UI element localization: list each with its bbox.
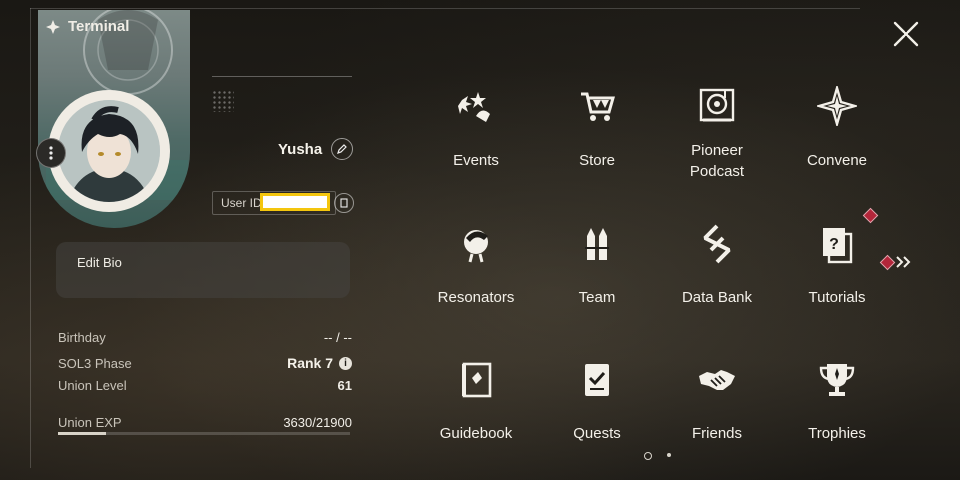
menu-events[interactable]: Events xyxy=(416,74,536,184)
info-icon[interactable]: i xyxy=(339,356,352,370)
menu-friends-label: Friends xyxy=(691,425,743,442)
menu-data-bank-label: Data Bank xyxy=(681,289,753,306)
menu-tutorials[interactable]: ? Tutorials xyxy=(777,207,897,322)
more-vertical-icon xyxy=(49,146,53,160)
handshake-icon xyxy=(699,370,735,390)
birthday-value: -- / -- xyxy=(323,330,352,345)
pencil-icon xyxy=(337,144,347,154)
avatar-portrait xyxy=(58,100,160,202)
menu-quests[interactable]: Quests xyxy=(537,348,657,458)
user-id-label: User ID xyxy=(221,196,262,210)
convene-icon xyxy=(817,86,857,126)
podcast-label-line2: Podcast xyxy=(689,163,745,180)
podcast-icon xyxy=(699,88,735,122)
username: Yusha xyxy=(278,141,323,158)
menu-team[interactable]: Team xyxy=(537,212,657,322)
menu-trophies-label: Trophies xyxy=(808,425,866,442)
left-frame-line xyxy=(30,8,31,468)
union-exp-bar-fill xyxy=(58,432,107,435)
union-exp-bar xyxy=(58,432,350,435)
menu-convene[interactable]: Convene xyxy=(777,74,897,184)
podcast-label-line1: Pioneer xyxy=(691,142,743,159)
menu-resonators[interactable]: Resonators xyxy=(416,212,536,322)
tutorials-icon: ? xyxy=(823,228,853,264)
trophy-icon xyxy=(819,364,855,396)
next-page-alert-icon xyxy=(879,254,896,270)
guidebook-icon xyxy=(462,362,492,398)
title-bar: Terminal xyxy=(46,18,129,35)
close-button[interactable] xyxy=(888,16,924,52)
top-frame-line xyxy=(30,8,860,9)
header-divider xyxy=(212,76,352,77)
menu-store[interactable]: Store xyxy=(537,74,657,184)
menu-pioneer-podcast[interactable]: Pioneer Podcast xyxy=(657,74,777,184)
page-dot-active[interactable] xyxy=(644,452,652,460)
union-exp-value: 3630/21900 xyxy=(283,415,352,430)
menu-guidebook[interactable]: Guidebook xyxy=(416,348,536,458)
menu-events-label: Events xyxy=(453,152,499,169)
menu-guidebook-label: Guidebook xyxy=(439,425,513,442)
events-icon xyxy=(458,92,490,122)
edit-bio-button[interactable]: Edit Bio xyxy=(56,242,350,298)
menu-trophies[interactable]: Trophies xyxy=(777,348,897,458)
profile-options-button[interactable] xyxy=(36,138,66,168)
sol3-phase-value: Rank 7 xyxy=(287,355,333,371)
menu-store-label: Store xyxy=(579,152,615,169)
copy-icon xyxy=(339,198,348,208)
terminal-icon xyxy=(46,19,60,34)
cart-icon xyxy=(581,92,615,121)
menu-data-bank[interactable]: Data Bank xyxy=(657,212,777,322)
menu-pioneer-podcast-label: Pioneer Podcast xyxy=(657,140,777,182)
tutorials-alert-icon xyxy=(862,207,879,224)
close-icon xyxy=(893,21,919,47)
team-icon xyxy=(585,228,609,260)
decorative-dot-grid xyxy=(212,90,234,112)
svg-text:?: ? xyxy=(829,236,839,253)
menu-tutorials-label: Tutorials xyxy=(808,289,866,306)
page-title: Terminal xyxy=(68,18,130,35)
sol3-phase-label: SOL3 Phase xyxy=(58,356,132,371)
menu-resonators-label: Resonators xyxy=(437,289,515,306)
chevron-right-icon xyxy=(896,256,911,268)
edit-bio-label: Edit Bio xyxy=(77,255,122,270)
sol3-phase-row: Rank 7 i xyxy=(270,355,352,371)
quests-icon xyxy=(585,364,609,396)
copy-user-id-button[interactable] xyxy=(334,193,354,213)
next-page-button[interactable] xyxy=(879,254,913,270)
page-dot[interactable] xyxy=(667,453,671,457)
union-level-label: Union Level xyxy=(58,378,127,393)
menu-team-label: Team xyxy=(578,289,616,306)
union-level-value: 61 xyxy=(337,378,352,393)
edit-name-button[interactable] xyxy=(331,138,353,160)
databank-icon xyxy=(703,224,731,264)
avatar[interactable] xyxy=(58,100,160,202)
menu-friends[interactable]: Friends xyxy=(657,348,777,458)
resonator-icon xyxy=(464,230,488,263)
birthday-label: Birthday xyxy=(58,330,106,345)
menu-convene-label: Convene xyxy=(806,152,868,169)
user-id-value xyxy=(260,193,330,211)
union-exp-label: Union EXP xyxy=(58,415,122,430)
menu-quests-label: Quests xyxy=(573,425,621,442)
